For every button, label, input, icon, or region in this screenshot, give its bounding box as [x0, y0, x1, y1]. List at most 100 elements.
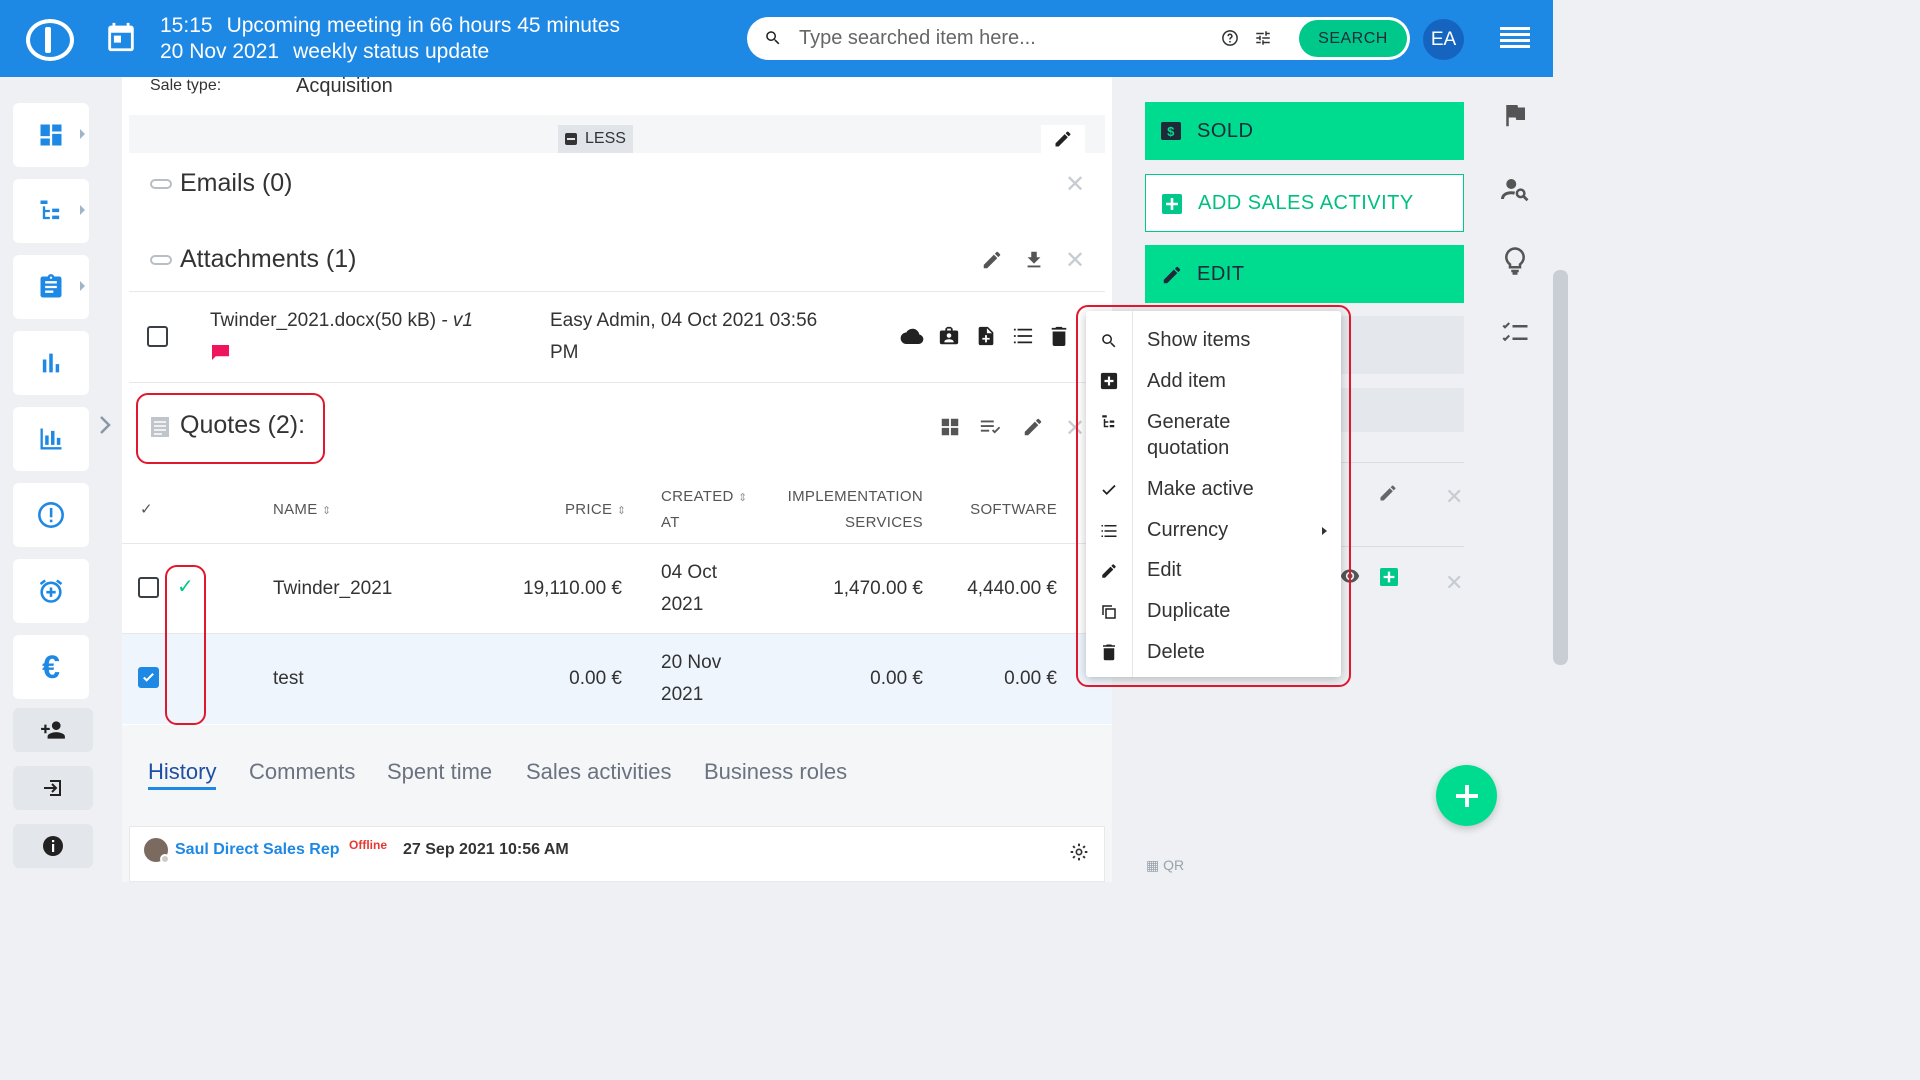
euro-icon: € [42, 648, 60, 685]
sidebar-info[interactable] [13, 824, 93, 868]
row-checkbox[interactable] [138, 667, 159, 688]
add-sales-activity-button[interactable]: ADD SALES ACTIVITY [1145, 174, 1464, 232]
checklist-icon[interactable] [979, 416, 1003, 438]
calendar-icon[interactable] [104, 20, 138, 54]
info-icon [43, 836, 63, 856]
sidebar-alerts[interactable] [13, 483, 89, 547]
table-row[interactable]: test 0.00 € 20 Nov 2021 0.00 € 0.00 € [122, 634, 1112, 724]
attachment-checkbox[interactable] [147, 326, 168, 347]
list-icon[interactable] [1012, 326, 1034, 346]
side-close-icon[interactable]: ✕ [1445, 484, 1463, 510]
current-date: 20 Nov 2021 [160, 40, 280, 63]
col-created-at[interactable]: CREATED ⇕ [661, 488, 748, 505]
alarm-clock-icon [39, 579, 63, 603]
col-name[interactable]: NAME ⇕ [273, 501, 332, 518]
sold-button[interactable]: $ SOLD [1145, 102, 1464, 160]
expand-arrow-icon [80, 205, 85, 215]
details-edit-button[interactable] [1041, 125, 1085, 153]
attachment-uploaded-line1: Easy Admin, 04 Oct 2021 03:56 [550, 310, 818, 331]
tab-history[interactable]: History [148, 759, 217, 790]
tab-spent-time[interactable]: Spent time [387, 759, 492, 785]
quote-created-2: 2021 [661, 594, 704, 615]
hamburger-menu-icon[interactable] [1500, 27, 1530, 49]
sidebar-reports[interactable] [13, 331, 89, 395]
quote-name[interactable]: test [273, 668, 304, 690]
col-software[interactable]: SOFTWARE [942, 501, 1057, 518]
sidebar-finance[interactable]: € [13, 635, 89, 699]
quote-created-1: 20 Nov [661, 652, 722, 673]
sidebar-tasks[interactable] [13, 255, 89, 319]
row-checkbox[interactable] [138, 577, 159, 598]
help-icon[interactable] [1221, 29, 1239, 47]
column-chart-icon [40, 428, 62, 450]
checklist-icon[interactable] [1500, 320, 1530, 350]
emails-title[interactable]: Emails (0) [180, 169, 293, 198]
table-row[interactable]: ✓ Twinder_2021 19,110.00 € 04 Oct 2021 1… [122, 544, 1112, 633]
comment-icon[interactable] [211, 344, 230, 361]
col-created-label-1: CREATED [661, 488, 734, 505]
briefcase-user-icon[interactable] [938, 325, 960, 347]
tab-business-roles[interactable]: Business roles [704, 759, 847, 785]
grid-view-icon[interactable] [939, 416, 961, 438]
paperclip-icon [150, 255, 172, 265]
add-square-icon[interactable] [1380, 568, 1398, 586]
user-search-icon[interactable] [1500, 174, 1530, 204]
expand-arrow-icon [80, 129, 85, 139]
attachments-close-icon[interactable]: ✕ [1065, 246, 1085, 275]
lightbulb-icon[interactable] [1500, 246, 1530, 276]
edit-button[interactable]: EDIT [1145, 245, 1464, 303]
attachments-title[interactable]: Attachments (1) [180, 245, 356, 274]
col-price-label: PRICE [565, 501, 613, 518]
col-created-label-2: AT [661, 514, 680, 531]
user-avatar[interactable]: EA [1423, 19, 1464, 60]
dashboard-icon [40, 124, 62, 146]
sidebar-structure[interactable] [13, 179, 89, 243]
side-edit-icon[interactable] [1378, 483, 1398, 503]
quote-price: 19,110.00 € [523, 578, 622, 599]
trash-icon[interactable] [1049, 325, 1069, 347]
app-logo-icon[interactable] [26, 19, 74, 61]
filter-settings-icon[interactable] [1254, 29, 1272, 47]
sidebar-expand-chevron-icon[interactable] [98, 415, 112, 435]
download-icon[interactable] [1023, 249, 1045, 271]
sidebar-reminders[interactable] [13, 559, 89, 623]
scrollbar[interactable] [1553, 270, 1568, 665]
user-avatar[interactable] [144, 838, 170, 864]
side-close-icon[interactable]: ✕ [1445, 570, 1463, 596]
tab-sales-activities[interactable]: Sales activities [526, 759, 672, 785]
select-all-column[interactable]: ✓ [140, 500, 153, 518]
svg-text:$: $ [1167, 124, 1175, 139]
quote-software: 4,440.00 € [967, 578, 1057, 599]
sidebar-dashboard[interactable] [13, 103, 89, 167]
add-fab-button[interactable] [1436, 765, 1497, 826]
sidebar-analytics[interactable] [13, 407, 89, 471]
add-file-icon[interactable] [975, 325, 997, 347]
sold-label: SOLD [1197, 119, 1254, 142]
qr-link[interactable]: ▦ QR [1146, 857, 1184, 874]
plus-icon [1455, 784, 1478, 807]
cloud-icon[interactable] [900, 327, 924, 347]
col-implementation-1[interactable]: IMPLEMENTATION [782, 488, 923, 505]
sidebar-add-user[interactable] [13, 708, 93, 752]
highlight-active-column [165, 565, 206, 725]
qr-label: QR [1163, 857, 1185, 873]
col-price[interactable]: PRICE ⇕ [565, 501, 626, 518]
emails-close-icon[interactable]: ✕ [1065, 170, 1085, 199]
attachment-file-link[interactable]: Twinder_2021.docx(50 kB) - v1 [210, 310, 473, 332]
search-button[interactable]: SEARCH [1299, 20, 1407, 57]
sidebar-login[interactable] [13, 766, 93, 810]
flag-icon[interactable] [1500, 100, 1530, 130]
meeting-reminder-line1[interactable]: 15:15 Upcoming meeting in 66 hours 45 min… [160, 14, 620, 38]
sign-in-icon [44, 780, 61, 796]
meeting-reminder-line2[interactable]: 20 Nov 2021 weekly status update [160, 40, 489, 64]
search-input[interactable] [799, 24, 1219, 52]
less-button[interactable]: LESS [558, 125, 633, 153]
checkmark-icon [143, 673, 154, 682]
gear-icon[interactable] [1069, 842, 1089, 862]
quotes-edit-icon[interactable] [1022, 416, 1044, 438]
tab-comments[interactable]: Comments [249, 759, 355, 785]
attachments-edit-icon[interactable] [981, 249, 1003, 271]
history-user-link[interactable]: Saul Direct Sales Rep [175, 841, 340, 859]
highlight-quotes-title [136, 393, 325, 464]
quote-name[interactable]: Twinder_2021 [273, 578, 392, 600]
